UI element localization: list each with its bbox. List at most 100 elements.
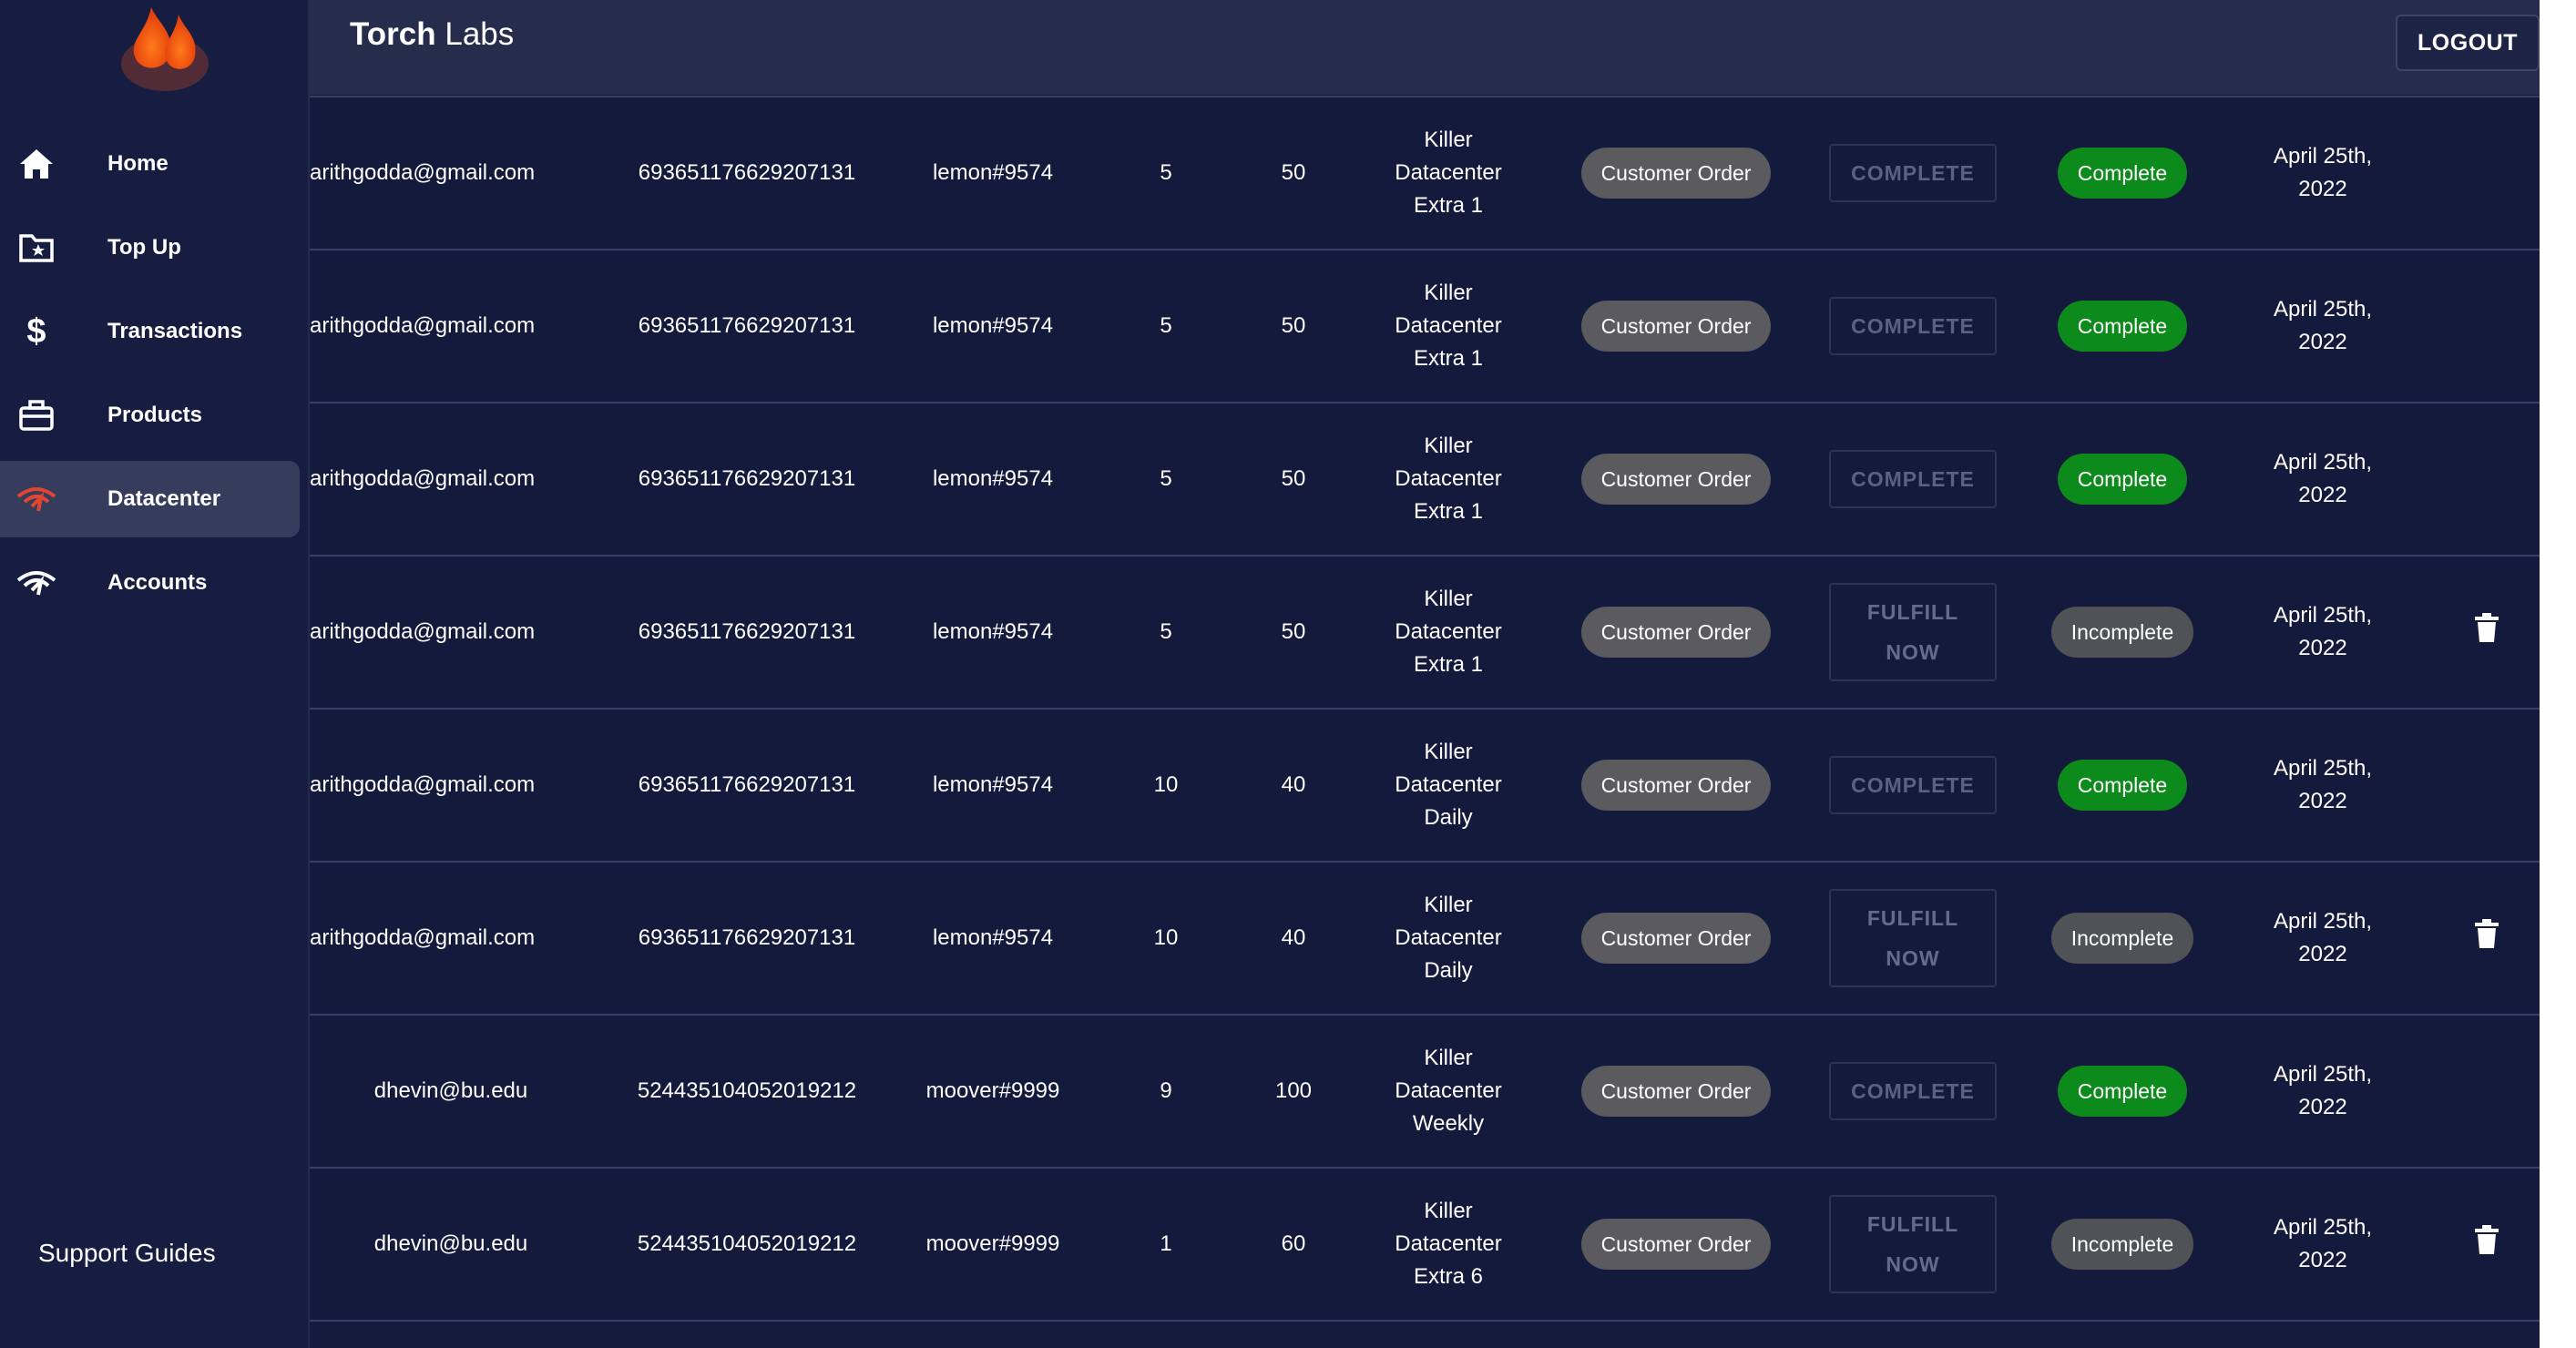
fulfill-now-button[interactable]: FULFILL NOW (1829, 889, 1997, 987)
product-name: Killer Datacenter Extra 1 (1395, 277, 1501, 375)
product-name: Killer Datacenter Weekly (1395, 1042, 1501, 1140)
user-text: lemon#9574 (932, 925, 1054, 950)
sidebar-item-home[interactable]: Home (0, 126, 300, 202)
email-cell: arithgodda@gmail.com (310, 557, 592, 708)
briefcase-icon (16, 395, 56, 435)
amount-text: 40 (1281, 772, 1306, 797)
status-cell: Complete (2022, 710, 2223, 861)
id-text: 524435104052019212 (637, 1078, 857, 1103)
status-badge: Complete (2057, 1066, 2188, 1117)
dollar-icon: $ (26, 311, 46, 351)
complete-button[interactable]: COMPLETE (1829, 756, 1997, 814)
product-cell: Killer Datacenter Extra 1 (1339, 250, 1558, 402)
order-type-badge: Customer Order (1580, 454, 1772, 505)
date-line: 2022 (2298, 636, 2347, 660)
table-row: arithgodda@gmail.com 693651176629207131 le… (310, 863, 2540, 1016)
product-line: Killer (1424, 1199, 1473, 1223)
sidebar-item-label: Transactions (107, 319, 243, 343)
action-cell: FULFILL NOW (1822, 1169, 2004, 1320)
email-text: arithgodda@gmail.com (310, 160, 536, 185)
date-line: 2022 (2298, 942, 2347, 966)
sidebar-item-top-up[interactable]: Top Up (0, 209, 300, 286)
amount-text: 40 (1281, 925, 1306, 950)
table-row: arithgodda@gmail.com 693651176629207131 le… (310, 403, 2540, 557)
user-text: lemon#9574 (932, 466, 1054, 491)
user-cell: lemon#9574 (893, 710, 1093, 861)
date-line: 2022 (2298, 789, 2347, 813)
brand-title: Torch Labs (350, 16, 514, 53)
quantity-cell: 5 (1139, 97, 1193, 249)
status-badge: Incomplete (2050, 1219, 2194, 1270)
product-line: Killer (1424, 1046, 1473, 1070)
amount-text: 50 (1281, 160, 1306, 185)
user-cell: lemon#9574 (893, 403, 1093, 555)
sidebar-item-label: Datacenter (107, 486, 221, 511)
id-text: 693651176629207131 (638, 925, 856, 950)
logout-button[interactable]: LOGOUT (2396, 15, 2540, 71)
button-line: FULFILL (1866, 1212, 1959, 1236)
quantity-text: 10 (1153, 925, 1179, 950)
id-text: 693651176629207131 (638, 313, 856, 338)
torch-logo[interactable] (115, 0, 215, 91)
action-cell: FULFILL NOW (1822, 557, 2004, 708)
order-type-badge: Customer Order (1580, 301, 1772, 352)
product-name: Killer Datacenter Extra 1 (1395, 124, 1501, 222)
product-cell: Killer Datacenter Daily (1339, 863, 1558, 1014)
trash-icon[interactable] (2474, 918, 2499, 959)
product-name: Killer Datacenter Extra 1 (1395, 430, 1501, 528)
status-cell: Incomplete (2022, 1169, 2223, 1320)
sidebar-item-products[interactable]: Products (0, 377, 300, 454)
email-cell: dhevin@bu.edu (310, 1016, 592, 1167)
amount-cell: 40 (1257, 710, 1330, 861)
date-cell: April 25th, 2022 (2241, 403, 2405, 555)
sidebar-item-transactions[interactable]: $ Transactions (0, 293, 300, 370)
product-line: Datacenter (1395, 1231, 1502, 1256)
trash-icon[interactable] (2474, 612, 2499, 653)
complete-button[interactable]: COMPLETE (1829, 144, 1997, 202)
date-cell: April 25th, 2022 (2241, 863, 2405, 1014)
product-line: Extra 1 (1413, 652, 1484, 677)
id-cell: 693651176629207131 (619, 250, 874, 402)
fulfill-now-button[interactable]: FULFILL NOW (1829, 583, 1997, 681)
quantity-text: 9 (1160, 1078, 1172, 1103)
date-text: April 25th, 2022 (2274, 140, 2372, 206)
fulfill-now-button[interactable]: FULFILL NOW (1829, 1195, 1997, 1293)
complete-button[interactable]: COMPLETE (1829, 297, 1997, 355)
status-cell: Incomplete (2022, 557, 2223, 708)
product-cell: Killer Datacenter Daily (1339, 710, 1558, 861)
product-line: Extra 1 (1413, 499, 1484, 524)
product-line: Killer (1424, 281, 1473, 305)
sidebar: Home Top Up $ Transactions Products Data… (0, 0, 310, 1348)
trash-icon[interactable] (2474, 1224, 2499, 1265)
user-cell: moover#9999 (893, 1169, 1093, 1320)
user-cell: lemon#9574 (893, 250, 1093, 402)
sidebar-item-datacenter[interactable]: Datacenter (0, 461, 300, 537)
type-cell: Customer Order (1567, 1016, 1785, 1167)
status-badge: Incomplete (2050, 913, 2194, 964)
amount-text: 50 (1281, 619, 1306, 644)
date-line: April 25th, (2273, 144, 2373, 168)
email-cell: arithgodda@gmail.com (310, 403, 592, 555)
date-line: 2022 (2298, 1095, 2347, 1119)
status-cell: Complete (2022, 97, 2223, 249)
type-cell: Customer Order (1567, 710, 1785, 861)
action-cell: COMPLETE (1822, 250, 2004, 402)
table-row: dhevin@bu.edu 524435104052019212 moover#99… (310, 1169, 2540, 1322)
amount-cell: 50 (1257, 403, 1330, 555)
action-cell: FULFILL NOW (1822, 863, 2004, 1014)
quantity-cell: 10 (1139, 863, 1193, 1014)
folder-star-icon (16, 228, 56, 268)
date-line: 2022 (2298, 483, 2347, 507)
status-badge: Incomplete (2050, 607, 2194, 658)
user-text: lemon#9574 (932, 313, 1054, 338)
sidebar-item-accounts[interactable]: Accounts (0, 545, 300, 621)
date-line: April 25th, (2273, 603, 2373, 628)
brand-bold: Torch (350, 16, 436, 52)
complete-button[interactable]: COMPLETE (1829, 1062, 1997, 1120)
product-line: Daily (1424, 805, 1473, 830)
complete-button[interactable]: COMPLETE (1829, 450, 1997, 508)
sidebar-item-label: Home (107, 151, 169, 176)
date-cell: April 25th, 2022 (2241, 710, 2405, 861)
brand-rest: Labs (435, 16, 515, 52)
support-guides-link[interactable]: Support Guides (38, 1239, 216, 1268)
